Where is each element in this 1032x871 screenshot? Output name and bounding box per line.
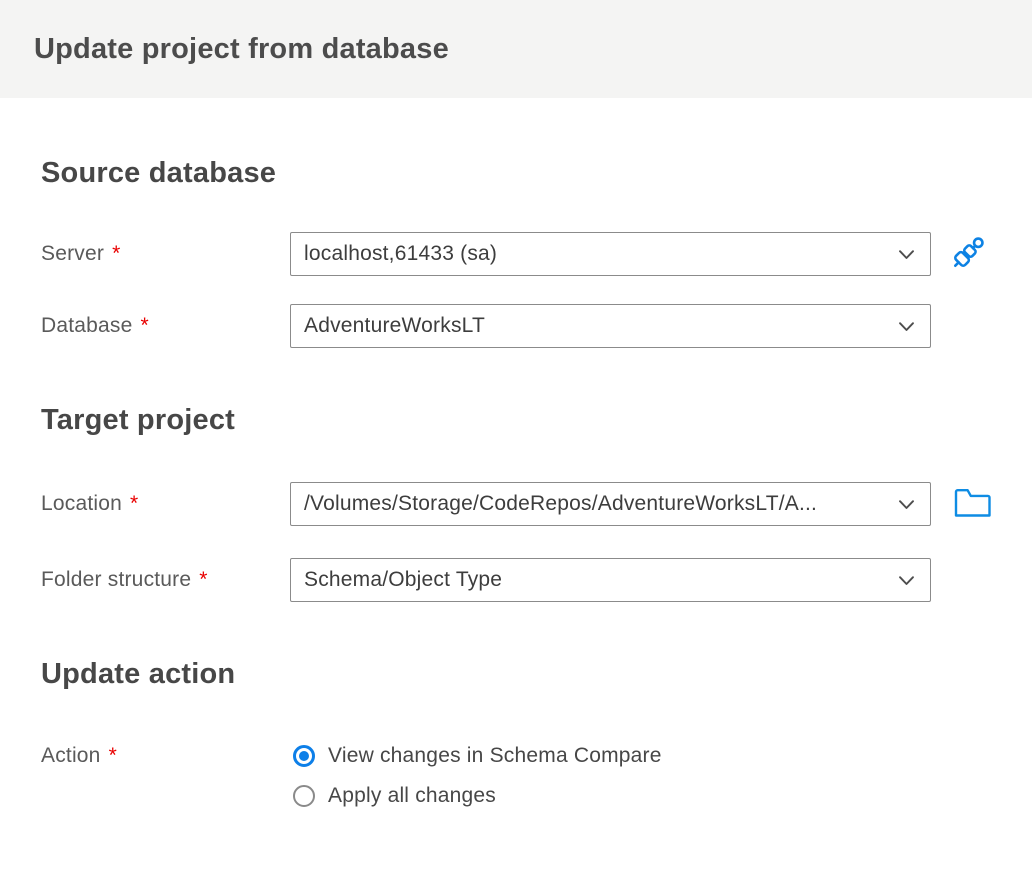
- section-heading-source-database: Source database: [41, 157, 277, 189]
- radio-option-label: Apply all changes: [328, 784, 497, 807]
- required-asterisk: *: [130, 492, 139, 515]
- field-label-database: Database *: [41, 304, 149, 348]
- dialog-header: Update project from database: [0, 0, 1032, 98]
- chevron-down-icon: [896, 244, 917, 265]
- connect-button[interactable]: [944, 230, 992, 278]
- server-label-text: Server: [41, 242, 105, 265]
- location-dropdown-value: /Volumes/Storage/CodeRepos/AdventureWork…: [304, 492, 818, 515]
- chevron-down-icon: [896, 570, 917, 591]
- chevron-down-icon: [896, 494, 917, 515]
- radio-selected-icon[interactable]: [293, 745, 315, 767]
- page-title: Update project from database: [34, 32, 449, 65]
- database-label-text: Database: [41, 314, 133, 337]
- radio-option-view-changes[interactable]: View changes in Schema Compare: [293, 744, 662, 768]
- server-dropdown-value: localhost,61433 (sa): [304, 242, 498, 265]
- field-label-action: Action *: [41, 745, 117, 767]
- field-label-server: Server *: [41, 232, 120, 276]
- required-asterisk: *: [112, 242, 121, 265]
- radio-option-apply-all[interactable]: Apply all changes: [293, 784, 496, 808]
- database-dropdown[interactable]: AdventureWorksLT: [290, 304, 931, 348]
- chevron-down-icon: [896, 316, 917, 337]
- database-dropdown-value: AdventureWorksLT: [304, 314, 485, 337]
- folder-structure-label-text: Folder structure: [41, 568, 192, 591]
- required-asterisk: *: [140, 314, 149, 337]
- folder-structure-dropdown-value: Schema/Object Type: [304, 568, 503, 591]
- folder-browse-icon: [953, 487, 993, 522]
- location-label-text: Location: [41, 492, 122, 515]
- action-label-text: Action: [41, 744, 101, 767]
- location-dropdown[interactable]: /Volumes/Storage/CodeRepos/AdventureWork…: [290, 482, 931, 526]
- section-heading-target-project: Target project: [41, 404, 236, 436]
- field-label-location: Location *: [41, 482, 138, 526]
- plug-connect-icon: [946, 231, 990, 278]
- section-heading-update-action: Update action: [41, 658, 236, 690]
- radio-unselected-icon[interactable]: [293, 785, 315, 807]
- required-asterisk: *: [199, 568, 208, 591]
- browse-folder-button[interactable]: [950, 484, 996, 524]
- folder-structure-dropdown[interactable]: Schema/Object Type: [290, 558, 931, 602]
- required-asterisk: *: [108, 744, 117, 767]
- server-dropdown[interactable]: localhost,61433 (sa): [290, 232, 931, 276]
- radio-option-label: View changes in Schema Compare: [328, 744, 662, 767]
- field-label-folder-structure: Folder structure *: [41, 558, 208, 602]
